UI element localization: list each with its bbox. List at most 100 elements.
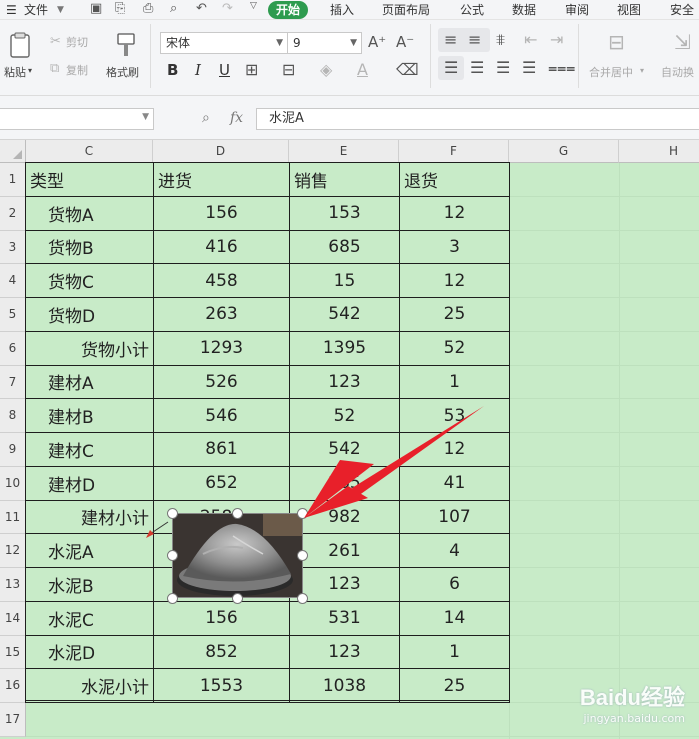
row-header[interactable]: 15 — [0, 635, 26, 670]
number-cell[interactable]: 25 — [399, 668, 510, 703]
row-header[interactable]: 4 — [0, 264, 26, 298]
number-cell[interactable]: 12 — [399, 195, 510, 231]
resize-handle-w[interactable] — [167, 550, 178, 561]
wrap-text-icon[interactable]: ⇲ — [674, 32, 691, 52]
number-cell[interactable]: 14 — [399, 600, 510, 636]
number-cell[interactable]: 458 — [153, 263, 290, 298]
shrink-font-button[interactable]: A⁻ — [396, 34, 414, 50]
resize-handle-e[interactable] — [297, 550, 308, 561]
number-cell[interactable]: 1 — [399, 634, 510, 670]
column-header-f[interactable]: F — [399, 140, 509, 163]
category-cell[interactable]: 建材D — [25, 465, 154, 501]
column-header-d[interactable]: D — [153, 140, 289, 163]
align-bottom-icon[interactable]: ⩨ — [496, 32, 505, 48]
cell-style-icon[interactable]: ⊟ — [282, 62, 295, 78]
number-cell[interactable]: 6 — [399, 567, 510, 602]
italic-button[interactable]: I — [195, 62, 201, 78]
tab-view[interactable]: 视图 — [617, 1, 641, 19]
column-header-c[interactable]: C — [26, 140, 153, 163]
indent-decrease-icon[interactable]: ⇤ — [524, 32, 537, 48]
resize-handle-s[interactable] — [232, 593, 243, 604]
number-cell[interactable]: 15 — [289, 263, 400, 298]
align-top-icon[interactable]: ≡ — [444, 32, 457, 48]
number-cell[interactable]: 52 — [399, 330, 510, 366]
row-header[interactable]: 16 — [0, 669, 26, 703]
number-cell[interactable]: 12 — [399, 263, 510, 298]
resize-handle-se[interactable] — [297, 593, 308, 604]
number-cell[interactable]: 531 — [289, 600, 400, 636]
resize-handle-n[interactable] — [232, 508, 243, 519]
category-cell[interactable]: 建材A — [25, 364, 154, 400]
align-center-icon[interactable]: ☰ — [470, 60, 484, 76]
underline-button[interactable]: U — [219, 62, 230, 78]
eraser-icon[interactable]: ⌫ — [396, 62, 419, 78]
number-cell[interactable]: 1293 — [153, 330, 290, 366]
row-header[interactable]: 13 — [0, 568, 26, 602]
number-cell[interactable]: 1553 — [153, 668, 290, 703]
merge-center-button[interactable]: 合并居中 — [589, 64, 633, 80]
number-cell[interactable]: 25 — [399, 297, 510, 332]
resize-handle-sw[interactable] — [167, 593, 178, 604]
cement-picture[interactable] — [172, 513, 303, 598]
select-all-corner[interactable] — [0, 140, 26, 163]
category-cell[interactable]: 建材C — [25, 432, 154, 467]
tab-home[interactable]: 开始 — [268, 1, 309, 19]
print-icon[interactable]: ⎙ — [143, 1, 153, 16]
category-cell[interactable]: 货物A — [25, 195, 154, 231]
tab-formulas[interactable]: 公式 — [460, 1, 484, 19]
number-cell[interactable]: 416 — [153, 229, 290, 265]
category-cell[interactable]: 货物小计 — [25, 330, 154, 366]
category-cell[interactable]: 水泥B — [25, 567, 154, 602]
format-painter-button[interactable]: 格式刷 — [104, 28, 148, 84]
hamburger-icon[interactable]: ☰ — [6, 1, 17, 19]
category-cell[interactable]: 水泥C — [25, 600, 154, 636]
auto-wrap-button[interactable]: 自动换 — [661, 64, 694, 80]
redo-icon[interactable]: ↷ — [222, 1, 233, 16]
number-cell[interactable]: 1038 — [289, 668, 400, 703]
export-icon[interactable]: ⎘ — [115, 1, 125, 16]
paste-button[interactable]: 粘贴 ▾ — [2, 28, 38, 84]
copy-button[interactable]: 复制 — [66, 62, 88, 78]
row-header[interactable]: 8 — [0, 399, 26, 433]
save-icon[interactable]: ▣ — [90, 1, 102, 16]
number-cell[interactable]: 685 — [289, 229, 400, 265]
category-cell[interactable]: 建材B — [25, 398, 154, 433]
number-cell[interactable]: 861 — [153, 432, 290, 467]
table-header-cell[interactable]: 进货 — [153, 162, 290, 197]
category-cell[interactable]: 货物D — [25, 297, 154, 332]
fx-icon[interactable]: fx — [230, 110, 243, 126]
tab-data[interactable]: 数据 — [512, 1, 536, 19]
merge-center-icon[interactable]: ⊟ — [608, 32, 625, 52]
number-cell[interactable]: 526 — [153, 364, 290, 400]
undo-icon[interactable]: ↶ — [196, 1, 207, 16]
tab-review[interactable]: 审阅 — [565, 1, 589, 19]
indent-increase-icon[interactable]: ⇥ — [550, 32, 563, 48]
row-header[interactable]: 10 — [0, 466, 26, 501]
category-cell[interactable]: 建材小计 — [25, 499, 154, 535]
bold-button[interactable]: B — [167, 62, 178, 78]
justify-icon[interactable]: ☰ — [522, 60, 536, 76]
category-cell[interactable]: 货物B — [25, 229, 154, 265]
number-cell[interactable]: 153 — [289, 195, 400, 231]
distributed-icon[interactable]: ⩶ — [548, 60, 575, 76]
category-cell[interactable]: 货物C — [25, 263, 154, 298]
number-cell[interactable]: 546 — [153, 398, 290, 433]
grow-font-button[interactable]: A⁺ — [368, 34, 386, 50]
row-header[interactable]: 7 — [0, 365, 26, 400]
category-cell[interactable]: 水泥小计 — [25, 668, 154, 703]
row-header[interactable]: 9 — [0, 433, 26, 467]
row-header[interactable]: 11 — [0, 500, 26, 535]
row-header[interactable]: 12 — [0, 534, 26, 568]
number-cell[interactable]: 156 — [153, 195, 290, 231]
category-cell[interactable]: 水泥A — [25, 533, 154, 568]
cut-button[interactable]: 剪切 — [66, 34, 88, 50]
name-box[interactable]: ▼ — [0, 108, 154, 130]
number-cell[interactable]: 542 — [289, 297, 400, 332]
menu-file[interactable]: 文件 — [24, 1, 48, 19]
tab-security[interactable]: 安全 — [670, 1, 694, 19]
row-header[interactable]: 3 — [0, 230, 26, 265]
row-header[interactable]: 6 — [0, 331, 26, 366]
row-header[interactable]: 2 — [0, 196, 26, 231]
tab-page-layout[interactable]: 页面布局 — [382, 1, 430, 19]
number-cell[interactable]: 1395 — [289, 330, 400, 366]
